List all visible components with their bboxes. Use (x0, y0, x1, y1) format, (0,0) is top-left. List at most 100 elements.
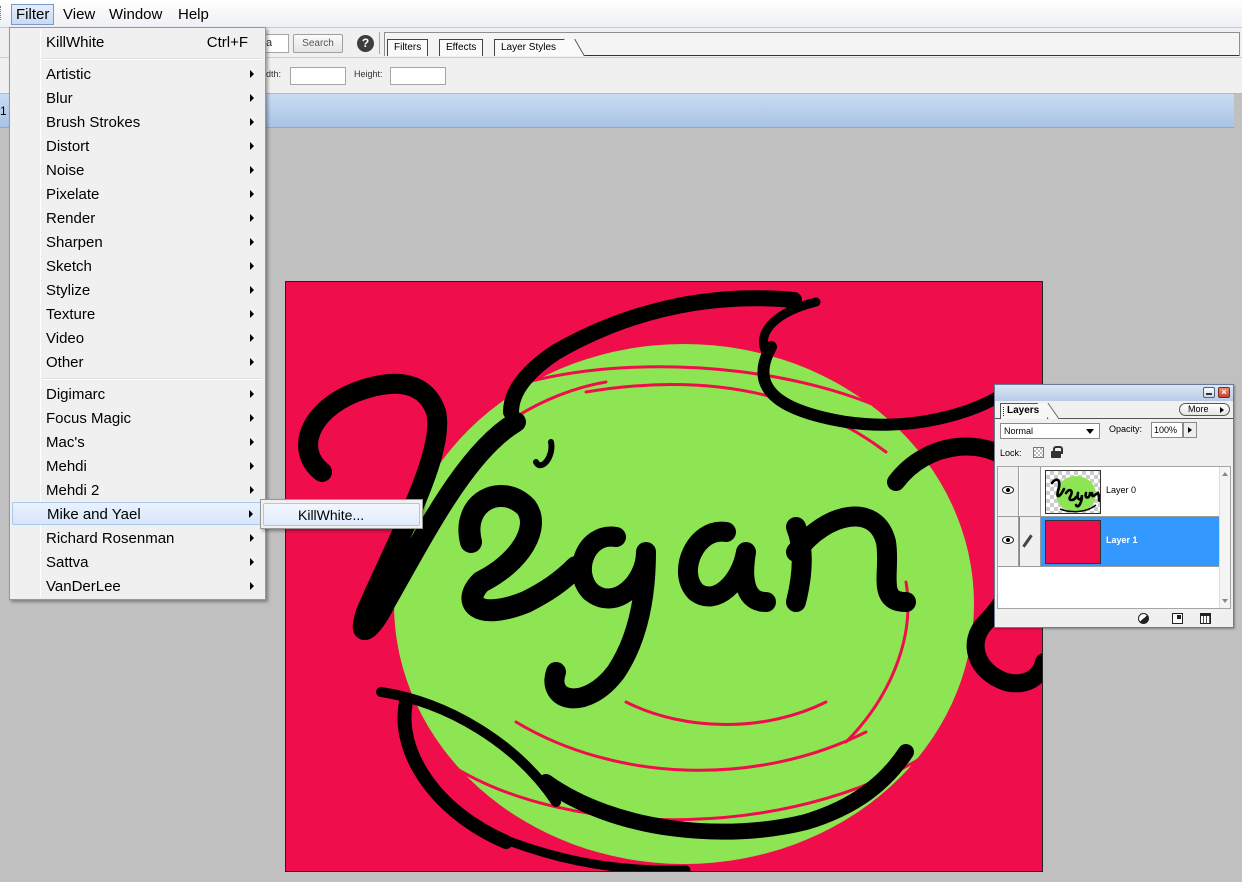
menu-item-killwhite-last[interactable]: KillWhite Ctrl+F (12, 31, 263, 54)
layer-0-thumbnail-art (1050, 476, 1100, 513)
blend-mode-select[interactable]: Normal (1000, 423, 1100, 439)
tab-effects[interactable]: Effects (439, 39, 484, 56)
submenu-arrow-icon (250, 462, 254, 470)
height-label: Height: (354, 69, 383, 79)
help-icon[interactable]: ? (357, 35, 374, 52)
minimize-icon[interactable] (1203, 387, 1215, 398)
link-cell[interactable] (1020, 467, 1041, 516)
layer-name: Layer 0 (1106, 485, 1137, 495)
menu-item-label: Brush Strokes (46, 114, 141, 131)
visibility-toggle[interactable] (998, 517, 1019, 566)
toolbar-separator (379, 32, 380, 54)
menu-item-label: Noise (46, 162, 85, 179)
menu-item-label: Distort (46, 138, 90, 155)
new-adjustment-layer-icon[interactable] (1138, 613, 1149, 624)
menu-item-mehdi[interactable]: Mehdi (12, 455, 263, 478)
menu-item-label: Pixelate (46, 186, 100, 203)
menu-item-pixelate[interactable]: Pixelate (12, 183, 263, 206)
menu-item-sharpen[interactable]: Sharpen (12, 231, 263, 254)
vegan-artwork (298, 290, 1042, 871)
delete-layer-icon[interactable] (1200, 613, 1211, 624)
submenu-item-killwhite[interactable]: KillWhite... (263, 503, 420, 526)
layer-thumbnail (1045, 520, 1101, 564)
menu-item-sketch[interactable]: Sketch (12, 255, 263, 278)
menu-window[interactable]: Window (105, 4, 166, 25)
layer-row-layer-0[interactable]: Layer 0 (998, 467, 1220, 517)
menu-item-artistic[interactable]: Artistic (12, 63, 263, 86)
menu-item-brush-strokes[interactable]: Brush Strokes (12, 111, 263, 134)
submenu-item-label: KillWhite... (298, 507, 365, 523)
tab-filters[interactable]: Filters (387, 39, 429, 56)
submenu-arrow-icon (250, 358, 254, 366)
opacity-label: Opacity: (1109, 424, 1143, 434)
palette-title-bar[interactable]: × (995, 385, 1233, 401)
menu-item-label: Mehdi (46, 458, 87, 475)
submenu-arrow-icon (250, 414, 254, 422)
link-cell[interactable] (1020, 517, 1041, 566)
submenu-arrow-icon (250, 310, 254, 318)
menu-item-focus-magic[interactable]: Focus Magic (12, 407, 263, 430)
layer-row-layer-1[interactable]: Layer 1 (998, 517, 1220, 567)
submenu-arrow-icon (250, 390, 254, 398)
menu-item-mike-and-yael[interactable]: Mike and Yael (12, 502, 263, 525)
menu-filter[interactable]: Filter (11, 4, 55, 25)
opacity-slider-button[interactable] (1183, 422, 1197, 438)
menu-item-label: Blur (46, 90, 73, 107)
layers-palette: × Layers More Normal Opacity: 100% Lock:… (994, 384, 1234, 628)
menu-item-noise[interactable]: Noise (12, 159, 263, 182)
tab-layer-styles[interactable]: Layer Styles (494, 39, 576, 56)
document-strip-edge (1234, 94, 1242, 128)
menu-view[interactable]: View (59, 4, 99, 25)
menu-item-label: Other (46, 354, 84, 371)
menu-item-texture[interactable]: Texture (12, 303, 263, 326)
more-button-label: More (1188, 404, 1209, 414)
lock-transparency-icon[interactable] (1033, 447, 1044, 458)
tab-layers[interactable]: Layers (1000, 403, 1048, 419)
menu-item-label: Digimarc (46, 386, 106, 403)
menu-item-label: Stylize (46, 282, 91, 299)
search-button[interactable]: Search (293, 34, 343, 53)
menu-item-mehdi-2[interactable]: Mehdi 2 (12, 479, 263, 502)
submenu-arrow-icon (250, 582, 254, 590)
layer-thumbnail (1045, 470, 1101, 514)
menu-item-vanderlee[interactable]: VanDerLee (12, 575, 263, 598)
menu-item-render[interactable]: Render (12, 207, 263, 230)
menu-help[interactable]: Help (174, 4, 213, 25)
submenu-arrow-icon (250, 486, 254, 494)
menu-item-digimarc[interactable]: Digimarc (12, 383, 263, 406)
search-field[interactable]: a (262, 34, 289, 53)
eye-icon (1002, 486, 1014, 494)
opacity-input[interactable]: 100% (1151, 422, 1183, 438)
new-layer-icon[interactable] (1172, 613, 1183, 624)
width-input[interactable] (290, 67, 346, 85)
visibility-toggle[interactable] (998, 467, 1019, 516)
submenu-arrow-icon (250, 438, 254, 446)
eye-icon (1002, 536, 1014, 544)
layer-list-scrollbar[interactable] (1219, 467, 1230, 608)
menu-item-sattva[interactable]: Sattva (12, 551, 263, 574)
menu-item-macs[interactable]: Mac's (12, 431, 263, 454)
menu-item-stylize[interactable]: Stylize (12, 279, 263, 302)
submenu-arrow-icon (250, 286, 254, 294)
submenu-arrow-icon (250, 94, 254, 102)
lock-all-icon[interactable] (1051, 446, 1063, 458)
menu-item-label: Sketch (46, 258, 92, 275)
document-title: 1 (0, 104, 7, 118)
menu-item-label: Video (46, 330, 85, 347)
menu-item-blur[interactable]: Blur (12, 87, 263, 110)
height-input[interactable] (390, 67, 446, 85)
menu-item-video[interactable]: Video (12, 327, 263, 350)
close-icon[interactable]: × (1218, 387, 1230, 398)
menu-item-richard-rosenman[interactable]: Richard Rosenman (12, 527, 263, 550)
submenu-mike-and-yael: KillWhite... (260, 499, 423, 529)
menu-item-distort[interactable]: Distort (12, 135, 263, 158)
document-canvas[interactable] (285, 281, 1043, 872)
submenu-arrow-icon (250, 238, 254, 246)
menu-item-other[interactable]: Other (12, 351, 263, 374)
search-field-text: a (266, 37, 273, 49)
more-button[interactable]: More (1179, 403, 1230, 416)
submenu-arrow-icon (250, 214, 254, 222)
width-label: dth: (266, 69, 282, 79)
layer-name: Layer 1 (1106, 535, 1138, 545)
menu-item-label: Artistic (46, 66, 91, 83)
